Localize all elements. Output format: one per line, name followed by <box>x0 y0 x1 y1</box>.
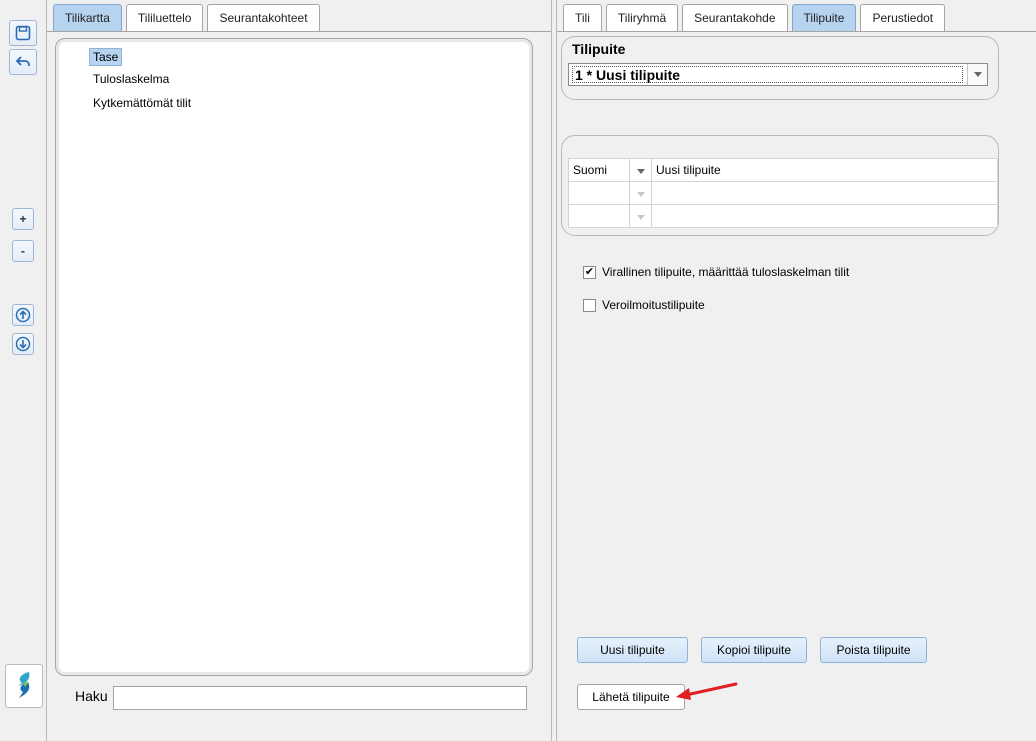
chevron-down-icon <box>636 169 645 174</box>
account-tree[interactable]: Tase Tuloslaskelma Kytkemättömät tilit <box>55 38 533 676</box>
plus-icon: + <box>19 212 27 226</box>
tax-checkbox-row[interactable]: Veroilmoitustilipuite <box>583 298 705 312</box>
collapse-button[interactable]: - <box>12 240 34 262</box>
tax-checkbox-label: Veroilmoitustilipuite <box>602 298 705 312</box>
save-icon <box>15 25 31 41</box>
expand-button[interactable]: + <box>12 208 34 230</box>
annotation-arrow-icon <box>672 680 742 707</box>
app-logo-icon <box>13 670 35 703</box>
names-group: Suomi Uusi tilipuite <box>561 135 999 236</box>
official-checkbox-row[interactable]: ✔ Virallinen tilipuite, määrittää tulosl… <box>583 265 849 279</box>
language-cell[interactable] <box>568 181 630 205</box>
vertical-toolbar: + - <box>0 0 47 741</box>
tab-tililuettelo[interactable]: Tililuettelo <box>125 4 204 31</box>
arrow-up-circle-icon <box>15 307 31 323</box>
search-input[interactable] <box>113 686 527 710</box>
undo-icon <box>15 54 31 70</box>
search-label: Haku <box>75 688 108 704</box>
names-table: Suomi Uusi tilipuite <box>568 158 998 228</box>
save-button[interactable] <box>9 20 37 46</box>
left-tabbar: Tilikartta Tililuettelo Seurantakohteet <box>53 4 320 32</box>
tab-tiliryhma[interactable]: Tiliryhmä <box>605 4 679 31</box>
undo-button[interactable] <box>9 49 37 75</box>
delete-tilipuite-button[interactable]: Poista tilipuite <box>820 637 927 663</box>
tax-checkbox[interactable] <box>583 298 596 312</box>
move-up-button[interactable] <box>12 304 34 326</box>
official-checkbox-label: Virallinen tilipuite, määrittää tuloslas… <box>602 265 850 279</box>
arrow-down-circle-icon <box>15 336 31 352</box>
table-row <box>568 204 998 228</box>
send-tilipuite-button[interactable]: Lähetä tilipuite <box>577 684 685 710</box>
group-title: Tilipuite <box>572 41 626 57</box>
tab-seurantakohteet[interactable]: Seurantakohteet <box>207 4 320 31</box>
new-tilipuite-button[interactable]: Uusi tilipuite <box>577 637 688 663</box>
language-dropdown-arrow[interactable] <box>629 204 652 228</box>
chevron-down-icon <box>636 192 645 197</box>
app-logo-button[interactable] <box>5 664 43 708</box>
language-cell[interactable] <box>568 204 630 228</box>
language-dropdown-arrow[interactable] <box>629 181 652 205</box>
tree-item-tase[interactable]: Tase <box>89 48 123 66</box>
tilipuite-selector-group: Tilipuite 1 * Uusi tilipuite <box>561 36 999 100</box>
right-tabbar: Tili Tiliryhmä Seurantakohde Tilipuite P… <box>563 4 946 32</box>
language-cell[interactable]: Suomi <box>568 158 630 182</box>
tab-tilipuite[interactable]: Tilipuite <box>791 4 857 31</box>
dropdown-value: 1 * Uusi tilipuite <box>572 66 963 83</box>
name-cell[interactable]: Uusi tilipuite <box>651 158 998 182</box>
language-dropdown-arrow[interactable] <box>629 158 652 182</box>
tree-item-kytkemattomat-tilit[interactable]: Kytkemättömät tilit <box>89 94 195 112</box>
chevron-down-icon[interactable] <box>967 64 987 85</box>
tree-item-tuloslaskelma[interactable]: Tuloslaskelma <box>89 70 173 88</box>
copy-tilipuite-button[interactable]: Kopioi tilipuite <box>701 637 807 663</box>
tilipuite-dropdown[interactable]: 1 * Uusi tilipuite <box>568 63 988 86</box>
move-down-button[interactable] <box>12 333 34 355</box>
minus-icon: - <box>21 244 25 258</box>
table-row: Suomi Uusi tilipuite <box>568 158 998 182</box>
name-cell[interactable] <box>651 204 998 228</box>
tab-perustiedot[interactable]: Perustiedot <box>860 4 946 31</box>
tab-seurantakohde[interactable]: Seurantakohde <box>682 4 788 31</box>
table-row <box>568 181 998 205</box>
official-checkbox[interactable]: ✔ <box>583 265 596 279</box>
name-cell[interactable] <box>651 181 998 205</box>
tab-tilikartta[interactable]: Tilikartta <box>53 4 122 31</box>
chevron-down-icon <box>636 215 645 220</box>
chart-of-accounts-panel: Tilikartta Tililuettelo Seurantakohteet … <box>47 0 552 741</box>
details-panel: Tili Tiliryhmä Seurantakohde Tilipuite P… <box>556 0 1036 741</box>
tab-tili[interactable]: Tili <box>563 4 602 31</box>
